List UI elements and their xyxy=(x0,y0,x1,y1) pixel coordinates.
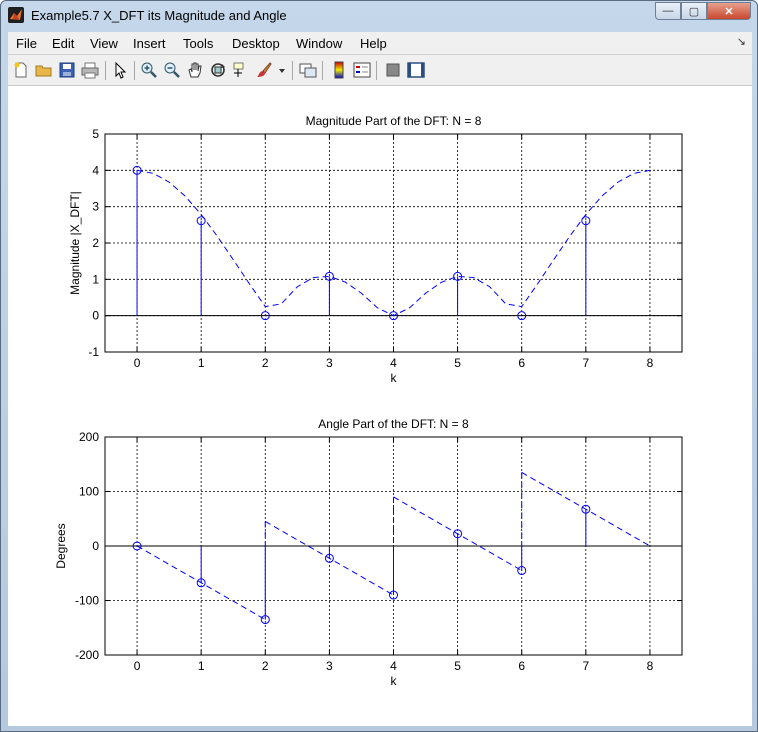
matlab-figure-window: Example5.7 X_DFT its Magnitude and Angle… xyxy=(0,0,758,732)
menu-desktop[interactable]: Desktop xyxy=(232,36,280,51)
magnitude-title: Magnitude Part of the DFT: N = 8 xyxy=(306,114,482,128)
magnitude-ytick-label: 1 xyxy=(92,272,99,286)
magnitude-xtick-label: 7 xyxy=(582,356,589,370)
magnitude-xtick-label: 0 xyxy=(134,356,141,370)
close-button[interactable]: ✕ xyxy=(707,2,751,20)
magnitude-xtick-label: 4 xyxy=(390,356,397,370)
magnitude-ylabel: Magnitude |X_DFT| xyxy=(68,191,82,295)
angle-xtick-label: 2 xyxy=(262,659,269,673)
menu-window[interactable]: Window xyxy=(296,36,342,51)
magnitude-xtick-label: 3 xyxy=(326,356,333,370)
magnitude-xtick-label: 2 xyxy=(262,356,269,370)
rotate-3d-icon[interactable] xyxy=(209,61,227,79)
angle-xtick-label: 1 xyxy=(198,659,205,673)
menu-help[interactable]: Help xyxy=(360,36,387,51)
window-title: Example5.7 X_DFT its Magnitude and Angle xyxy=(31,8,287,23)
zoom-out-icon[interactable] xyxy=(163,61,181,79)
angle-ytick-label: 200 xyxy=(79,430,99,444)
figure-canvas: 0 1 2 3 4 5 6 7 8 -1 0 1 2 3 4 5 Magnitude Part of the D… xyxy=(8,86,752,726)
figure-toolbar xyxy=(8,55,752,86)
angle-ytick-label: 100 xyxy=(79,485,99,499)
menu-file[interactable]: File xyxy=(16,36,37,51)
magnitude-ytick-label: 3 xyxy=(92,200,99,214)
angle-xtick-label: 4 xyxy=(390,659,397,673)
open-file-icon[interactable] xyxy=(35,61,53,79)
menu-view[interactable]: View xyxy=(90,36,118,51)
angle-xtick-label: 7 xyxy=(582,659,589,673)
magnitude-xtick-label: 8 xyxy=(647,356,654,370)
magnitude-ytick-label: 0 xyxy=(92,309,99,323)
angle-axes: 0 1 2 3 4 5 6 7 8 -200 -100 0 100 200 Angle Part of th… xyxy=(54,417,683,688)
show-plot-tools-icon[interactable] xyxy=(407,61,425,79)
brush-icon[interactable] xyxy=(255,61,273,79)
angle-xtick-label: 5 xyxy=(454,659,461,673)
angle-ylabel: Degrees xyxy=(54,523,68,568)
legend-icon[interactable] xyxy=(353,61,371,79)
magnitude-xlabel: k xyxy=(391,371,398,385)
angle-xlabel: k xyxy=(391,674,398,688)
plot-area: 0 1 2 3 4 5 6 7 8 -1 0 1 2 3 4 5 Magnitude Part of the D… xyxy=(54,114,683,688)
toolbar-separator xyxy=(105,61,106,80)
menu-overflow-icon[interactable]: ↘ xyxy=(737,35,746,48)
menu-insert[interactable]: Insert xyxy=(133,36,166,51)
link-plot-icon[interactable] xyxy=(299,61,317,79)
magnitude-ytick-label: 4 xyxy=(92,163,99,177)
magnitude-ytick-label: -1 xyxy=(88,345,99,359)
angle-xtick-label: 3 xyxy=(326,659,333,673)
magnitude-ytick-label: 5 xyxy=(92,127,99,141)
magnitude-axes: 0 1 2 3 4 5 6 7 8 -1 0 1 2 3 4 5 Magnitude Part of the D… xyxy=(68,114,683,385)
angle-xtick-label: 8 xyxy=(647,659,654,673)
angle-ytick-label: -200 xyxy=(75,648,99,662)
print-icon[interactable] xyxy=(81,61,99,79)
magnitude-xtick-label: 6 xyxy=(518,356,525,370)
menu-bar: File Edit View Insert Tools Desktop Wind… xyxy=(8,32,752,55)
toolbar-separator xyxy=(134,61,135,80)
angle-title: Angle Part of the DFT: N = 8 xyxy=(318,417,469,431)
title-bar[interactable]: Example5.7 X_DFT its Magnitude and Angle… xyxy=(1,1,757,31)
angle-xtick-label: 0 xyxy=(134,659,141,673)
save-icon[interactable] xyxy=(58,61,76,79)
menu-tools[interactable]: Tools xyxy=(183,36,213,51)
pan-hand-icon[interactable] xyxy=(186,61,204,79)
minimize-button[interactable]: — xyxy=(655,2,681,20)
colorbar-icon[interactable] xyxy=(330,61,348,79)
brush-dropdown-icon[interactable] xyxy=(278,61,286,79)
toolbar-separator xyxy=(322,61,323,80)
magnitude-ytick-label: 2 xyxy=(92,236,99,250)
maximize-button[interactable]: ▢ xyxy=(681,2,707,20)
zoom-in-icon[interactable] xyxy=(140,61,158,79)
toolbar-separator xyxy=(292,61,293,80)
matlab-logo-icon xyxy=(8,7,24,23)
menu-edit[interactable]: Edit xyxy=(52,36,74,51)
pointer-icon[interactable] xyxy=(111,61,129,79)
hide-plot-tools-icon[interactable] xyxy=(384,61,402,79)
magnitude-xtick-label: 5 xyxy=(454,356,461,370)
angle-ytick-label: 0 xyxy=(92,539,99,553)
new-figure-icon[interactable] xyxy=(12,61,30,79)
data-cursor-icon[interactable] xyxy=(232,61,250,79)
toolbar-separator xyxy=(376,61,377,80)
angle-xtick-label: 6 xyxy=(518,659,525,673)
angle-ytick-label: -100 xyxy=(75,594,99,608)
magnitude-xtick-label: 1 xyxy=(198,356,205,370)
